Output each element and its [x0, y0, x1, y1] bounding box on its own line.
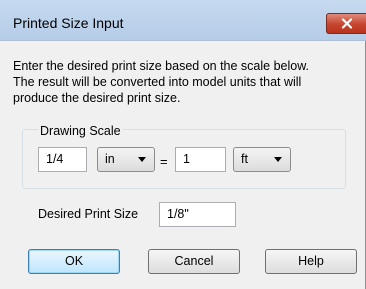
drawing-scale-label: Drawing Scale: [38, 124, 123, 138]
instructions-line: produce the desired print size.: [13, 91, 181, 105]
model-unit-select[interactable]: ft: [233, 147, 291, 172]
ok-button[interactable]: OK: [28, 249, 120, 274]
paper-scale-input[interactable]: 1/4: [38, 147, 87, 172]
paper-unit-value: in: [105, 152, 115, 166]
paper-scale-value: 1/4: [46, 152, 64, 166]
close-button[interactable]: [326, 13, 366, 34]
instructions-line: Enter the desired print size based on th…: [13, 59, 310, 73]
chevron-down-icon: [274, 157, 282, 162]
dialog-title: Printed Size Input: [13, 15, 124, 31]
paper-unit-select[interactable]: in: [97, 147, 155, 172]
desired-print-size-label: Desired Print Size: [38, 207, 139, 221]
close-icon: [341, 18, 352, 29]
model-scale-input[interactable]: 1: [175, 147, 226, 172]
help-button-label: Help: [298, 254, 324, 268]
desired-print-size-value: 1/8": [167, 207, 189, 221]
desired-print-size-input[interactable]: 1/8": [159, 202, 236, 227]
chevron-down-icon: [138, 157, 146, 162]
equals-sign: =: [160, 154, 168, 169]
instructions-line: The result will be converted into model …: [13, 75, 302, 89]
printed-size-input-dialog: Printed Size Input Enter the desired pri…: [0, 0, 366, 289]
cancel-button[interactable]: Cancel: [148, 249, 240, 274]
model-unit-value: ft: [241, 152, 248, 166]
model-scale-value: 1: [183, 152, 190, 166]
title-bar: Printed Size Input: [0, 0, 366, 41]
help-button[interactable]: Help: [265, 249, 357, 274]
cancel-button-label: Cancel: [174, 254, 214, 268]
ok-button-label: OK: [64, 254, 84, 268]
instructions-text: Enter the desired print size based on th…: [13, 58, 358, 106]
